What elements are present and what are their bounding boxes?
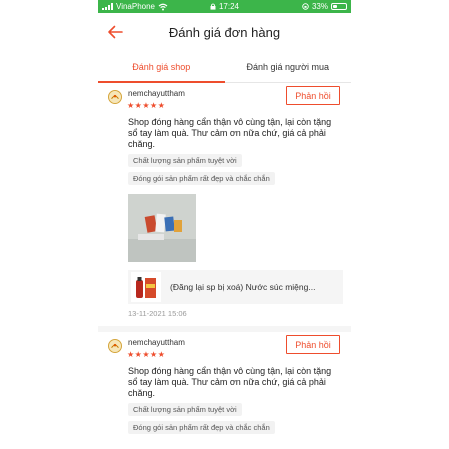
review-text: Shop đóng hàng cẩn thận vô cùng tận, lại…: [128, 117, 332, 149]
review-tag: Đóng gói sản phẩm rất đẹp và chắc chắn: [128, 172, 275, 185]
carrier-name: VinaPhone: [116, 2, 155, 11]
page-title: Đánh giá đơn hàng: [168, 24, 281, 40]
review-tag: Đóng gói sản phẩm rất đẹp và chắc chắn: [128, 421, 275, 434]
lock-icon: [210, 3, 216, 10]
review-date: 13-11-2021 15:06: [128, 309, 187, 318]
signal-icon: [102, 3, 113, 10]
rating-stars: ★★★★★: [127, 101, 166, 110]
product-thumbnail: [131, 272, 161, 302]
reviewer-username[interactable]: nemchayuttham: [128, 89, 185, 98]
wifi-icon: [158, 3, 168, 10]
battery-percent: 33%: [311, 2, 328, 11]
rating-stars: ★★★★★: [127, 350, 166, 359]
review-tag: Chất lượng sản phẩm tuyệt vời: [128, 403, 242, 416]
review-item: nemchayuttham ★★★★★ Phản hồi Shop đóng h…: [98, 83, 351, 318]
orientation-lock-icon: [302, 3, 309, 10]
review-text: Shop đóng hàng cẩn thận vô cùng tận, lại…: [128, 366, 332, 398]
product-card[interactable]: (Đăng lại sp bị xoá) Nước súc miệng...: [128, 270, 343, 304]
avatar[interactable]: [108, 339, 122, 353]
reply-button[interactable]: Phản hồi: [286, 86, 340, 105]
review-tag: Chất lượng sản phẩm tuyệt vời: [128, 154, 242, 167]
tab-shop-reviews[interactable]: Đánh giá shop: [98, 51, 225, 83]
review-photo-image: [128, 194, 196, 262]
review-item: nemchayuttham ★★★★★ Phản hồi Shop đóng h…: [98, 326, 351, 435]
reply-button[interactable]: Phản hồi: [286, 335, 340, 354]
tab-bar: Đánh giá shop Đánh giá người mua: [98, 51, 351, 83]
status-bar: VinaPhone 17:24 33%: [98, 0, 351, 13]
product-image: [131, 272, 161, 302]
avatar[interactable]: [108, 90, 122, 104]
avatar-image: [109, 91, 121, 103]
back-arrow-icon[interactable]: [106, 23, 124, 41]
reviewer-username[interactable]: nemchayuttham: [128, 338, 185, 347]
review-photo[interactable]: [128, 194, 196, 262]
status-left: VinaPhone: [102, 2, 168, 11]
battery-icon: [331, 3, 347, 10]
tab-buyer-reviews[interactable]: Đánh giá người mua: [225, 51, 352, 82]
status-right: 33%: [302, 2, 347, 11]
avatar-image: [109, 340, 121, 352]
review-body: Shop đóng hàng cẩn thận vô cùng tận, lại…: [128, 89, 343, 318]
clock: 17:24: [218, 2, 240, 11]
product-name: (Đăng lại sp bị xoá) Nước súc miệng...: [170, 282, 316, 292]
page-header: Đánh giá đơn hàng: [98, 13, 351, 51]
phone-screen: VinaPhone 17:24 33% Đánh giá đơn hàng Đá…: [98, 0, 351, 449]
